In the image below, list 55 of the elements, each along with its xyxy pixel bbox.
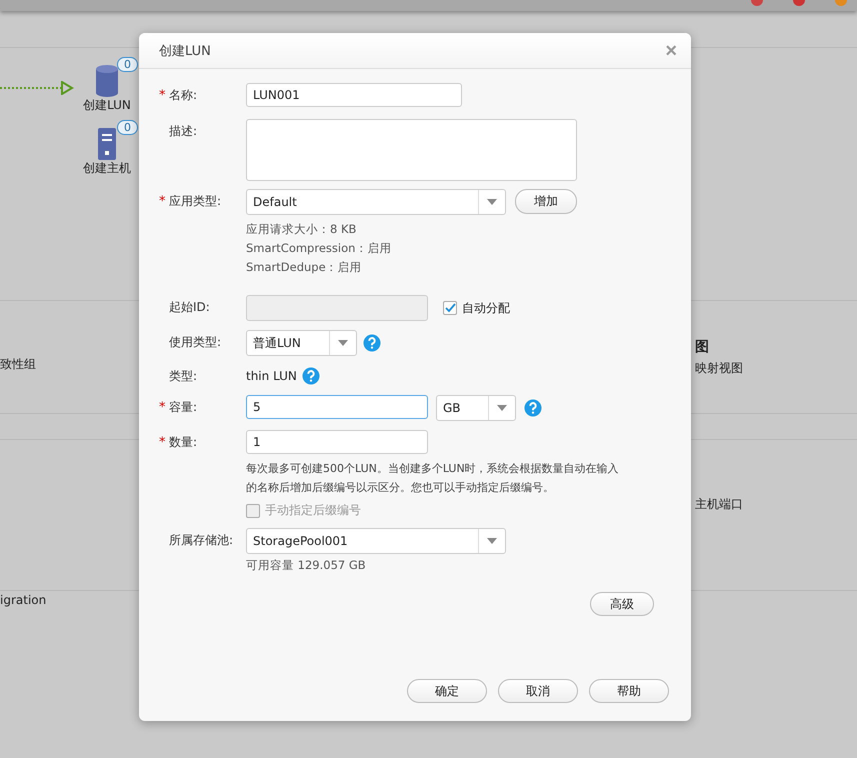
help-icon[interactable] — [524, 399, 542, 417]
field-label: 名称: — [169, 86, 198, 104]
quantity-hint: 每次最多可创建500个LUN。当创建多个LUN时，系统会根据数量自动在输入的名称后增加后缀编号以示区分。您也可以手动指定后缀编号。 — [246, 461, 620, 496]
required-mark: * — [159, 434, 166, 450]
unit-dropdown[interactable]: GB — [436, 395, 516, 421]
type-value: thin LUN — [246, 369, 297, 383]
field-label: 容量: — [169, 398, 198, 416]
required-mark: * — [159, 194, 166, 208]
dialog-button[interactable]: 取消 — [498, 679, 578, 703]
app-type-info: SmartCompression：启用 — [246, 240, 392, 257]
count-badge: 0 — [117, 120, 138, 135]
section-label: 映射视图 — [695, 360, 744, 376]
section-label: 主机端口 — [695, 496, 744, 513]
app-type-info: 应用请求大小：8 KB — [246, 221, 358, 238]
required-mark: * — [159, 88, 166, 102]
server-icon[interactable] — [98, 128, 116, 160]
dialog-button[interactable]: 帮助 — [589, 679, 669, 703]
count-badge: 0 — [117, 57, 138, 72]
caret-icon — [338, 340, 348, 346]
help-icon[interactable] — [363, 334, 381, 352]
storage-pool-dropdown[interactable]: StoragePool001 — [246, 528, 506, 554]
field-label: 描述: — [169, 122, 198, 140]
toolbar-icon[interactable] — [793, 0, 805, 6]
description-field[interactable] — [246, 119, 577, 181]
field-label: 所属存储池: — [169, 532, 234, 548]
app-type-info: SmartDedupe：启用 — [246, 259, 363, 276]
usage-type-dropdown[interactable]: 普通LUN — [246, 330, 357, 356]
caret-icon — [487, 199, 497, 205]
flow-node-label: 创建主机 — [83, 160, 131, 177]
available-capacity: 可用容量 129.057 GB — [246, 557, 367, 574]
app-type-dropdown[interactable]: Default — [246, 189, 506, 215]
checkbox-label: 手动指定后缀编号 — [265, 502, 361, 519]
caret-icon — [487, 538, 497, 544]
capacity-field[interactable]: 5 — [246, 395, 428, 419]
name-field[interactable]: LUN001 — [246, 83, 462, 107]
flow-node-label: 创建LUN — [83, 97, 131, 114]
section-title: 图 — [695, 338, 710, 356]
database-icon[interactable] — [96, 65, 118, 97]
section-label: igration — [0, 593, 46, 607]
advanced-button[interactable]: 高级 — [590, 592, 654, 616]
field-label: 类型: — [169, 368, 198, 384]
required-mark: * — [159, 400, 166, 414]
field-label: 使用类型: — [169, 334, 222, 350]
toolbar-icon[interactable] — [751, 0, 763, 6]
quantity-field[interactable]: 1 — [246, 430, 428, 454]
caret-icon — [497, 405, 507, 411]
checkbox-label: 自动分配 — [462, 300, 510, 316]
dialog-title: 创建LUN — [159, 42, 211, 60]
field-label: 起始ID: — [169, 298, 210, 316]
section-label: 致性组 — [0, 356, 36, 372]
field-label: 应用类型: — [169, 192, 222, 210]
add-button[interactable]: 增加 — [515, 189, 577, 214]
help-icon[interactable] — [302, 367, 320, 385]
field-label: 数量: — [169, 434, 198, 450]
dialog-button[interactable]: 确定 — [407, 679, 487, 703]
